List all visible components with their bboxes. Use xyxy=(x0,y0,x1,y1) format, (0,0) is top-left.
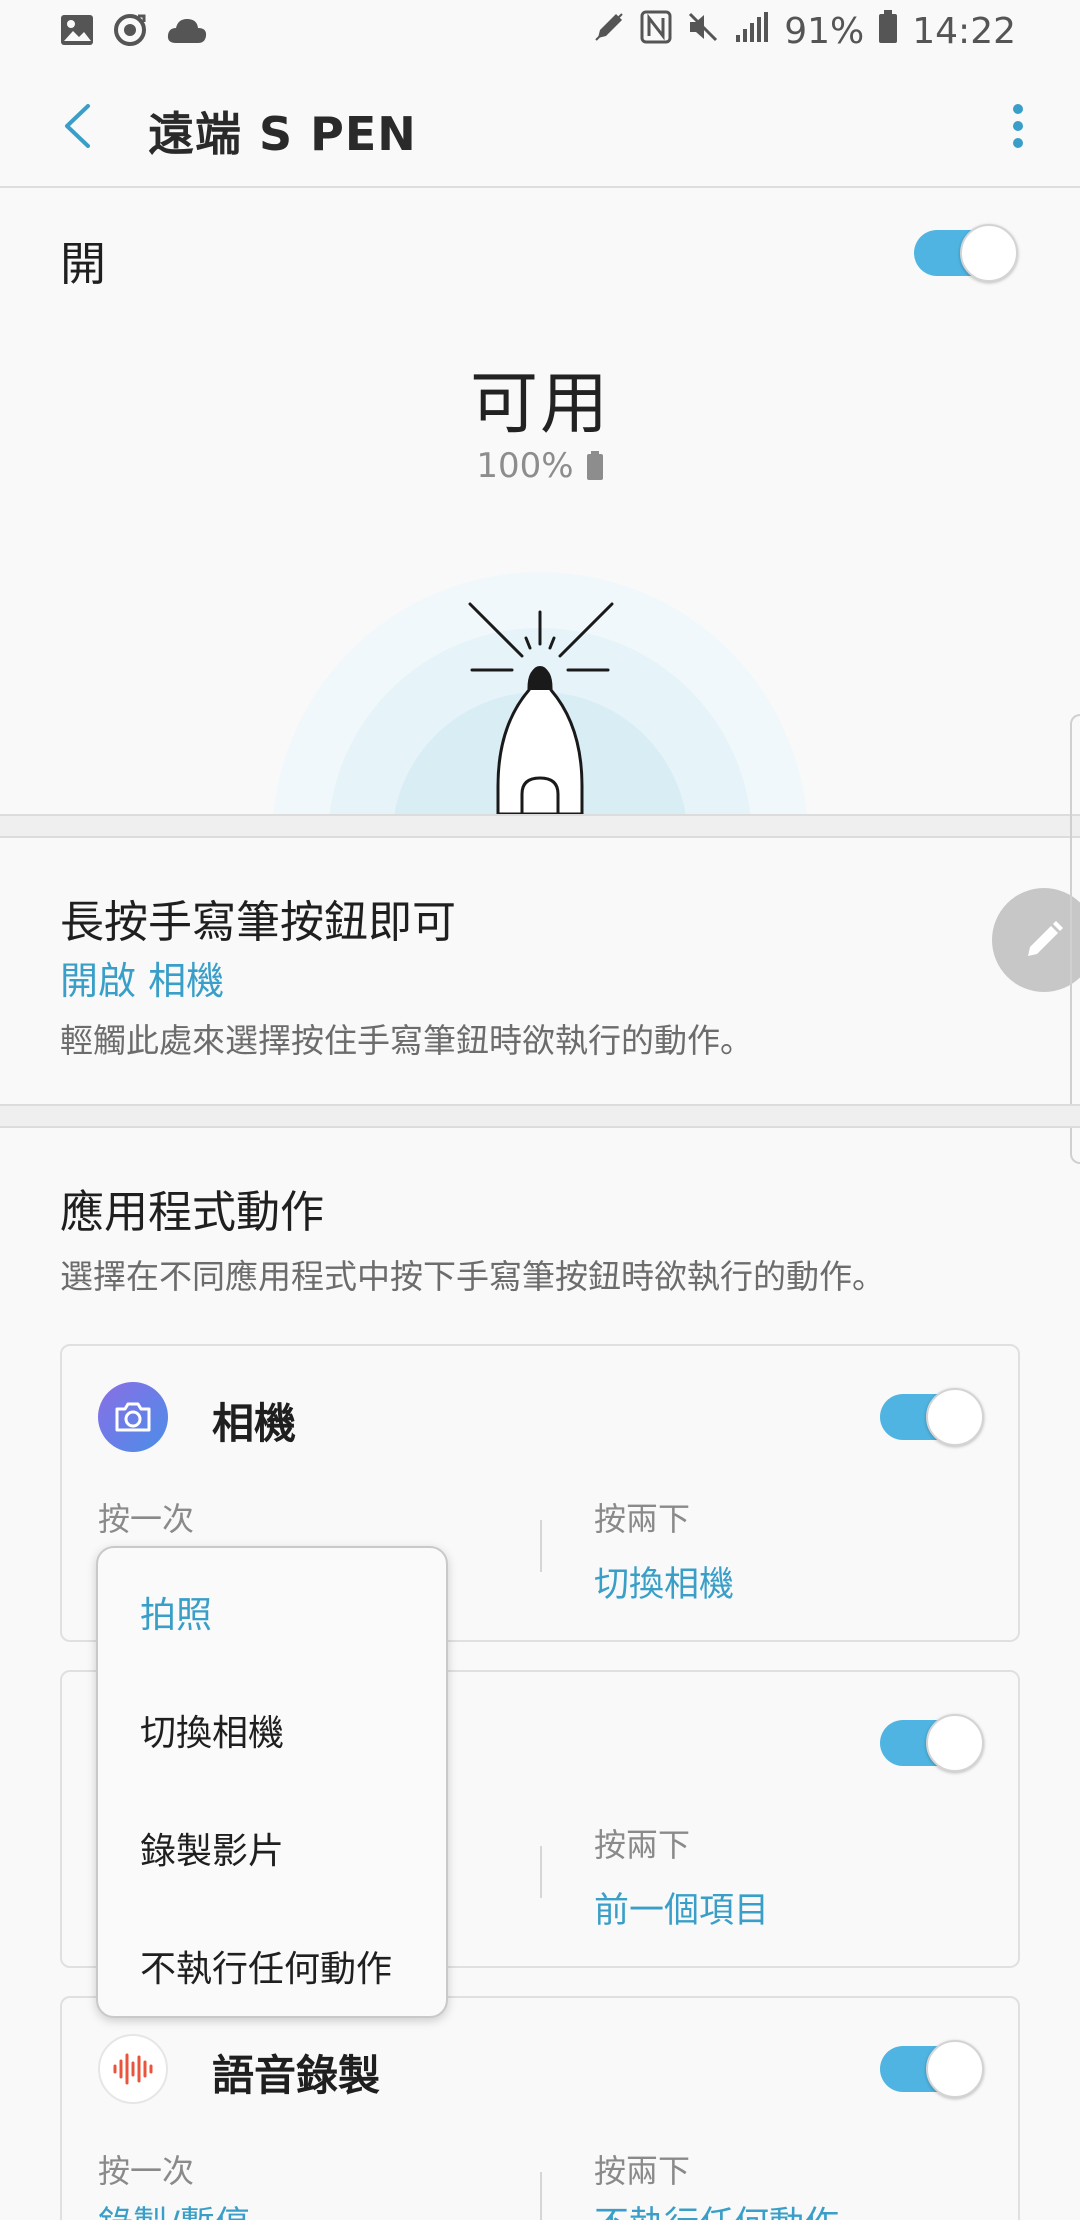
double-press-value[interactable]: 切換相機 xyxy=(594,1556,734,1607)
switch-knob xyxy=(926,1714,984,1772)
gallery-icon xyxy=(60,14,94,50)
column-separator xyxy=(540,2172,542,2220)
long-press-title: 長按手寫筆按鈕即可 xyxy=(60,897,456,948)
double-press-value[interactable]: 前一個項目 xyxy=(594,1882,769,1933)
clock: 14:22 xyxy=(912,11,1016,52)
voice-recorder-icon xyxy=(98,2034,168,2104)
double-press-value[interactable]: 不執行任何動作 xyxy=(594,2196,839,2220)
single-press-value[interactable]: 錄製/暫停 xyxy=(98,2196,250,2220)
menu-item-take-photo[interactable]: 拍照 xyxy=(140,1586,212,1638)
double-press-label: 按兩下 xyxy=(594,1500,691,1538)
pen-status-text: 可用 xyxy=(469,365,610,444)
column-separator xyxy=(540,1846,542,1898)
battery-icon xyxy=(878,10,898,53)
camera-icon xyxy=(98,1382,168,1452)
double-press-label: 按兩下 xyxy=(594,2152,691,2190)
edit-icon xyxy=(1028,921,1063,956)
pen-battery: 100% xyxy=(0,446,1080,486)
status-left-icons xyxy=(60,12,208,52)
battery-icon xyxy=(586,451,603,480)
mute-icon xyxy=(686,10,720,53)
section-divider xyxy=(0,814,1080,838)
page-title: 遠端 S PEN xyxy=(148,107,417,161)
single-press-label: 按一次 xyxy=(98,2152,195,2190)
master-switch-label: 開 xyxy=(60,237,106,291)
pen-battery-percent: 100% xyxy=(476,446,574,486)
signal-icon xyxy=(734,11,770,52)
edit-fab[interactable] xyxy=(992,888,1080,992)
app-toggle[interactable] xyxy=(880,1714,984,1772)
s-pen-illustration xyxy=(0,540,1080,814)
column-separator xyxy=(540,1520,542,1572)
screen: 91% 14:22 遠端 S PEN 開 可用 100% 長按手寫筆按鈕即可 開… xyxy=(0,0,1080,2220)
edge-panel-handle[interactable] xyxy=(1070,714,1080,1164)
switch-knob xyxy=(960,224,1018,282)
menu-item-no-action[interactable]: 不執行任何動作 xyxy=(140,1940,392,1992)
double-press-label: 按兩下 xyxy=(594,1826,691,1864)
pen-icon xyxy=(592,10,626,53)
cloud-icon xyxy=(166,15,208,49)
app-card-voice-recorder[interactable]: 語音錄製 按一次 錄製/暫停 按兩下 不執行任何動作 xyxy=(60,1996,1020,2220)
back-button[interactable] xyxy=(52,98,102,154)
long-press-description: 輕觸此處來選擇按住手寫筆鈕時欲執行的動作。 xyxy=(60,1021,753,1060)
more-vert-icon xyxy=(1013,104,1023,148)
menu-item-switch-camera[interactable]: 切換相機 xyxy=(140,1704,284,1756)
sync-icon xyxy=(112,12,148,52)
switch-knob xyxy=(926,2040,984,2098)
battery-percent: 91% xyxy=(784,11,865,52)
app-name: 相機 xyxy=(212,1399,297,1448)
app-bar: 遠端 S PEN xyxy=(0,64,1080,188)
long-press-action: 開啟 相機 xyxy=(60,959,225,1003)
back-arrow-icon xyxy=(65,104,90,148)
app-toggle[interactable] xyxy=(880,1388,984,1446)
action-popup-menu: 拍照 切換相機 錄製影片 不執行任何動作 xyxy=(96,1546,448,2018)
nfc-icon xyxy=(640,10,672,53)
app-name: 語音錄製 xyxy=(212,2051,381,2100)
app-actions-title: 應用程式動作 xyxy=(60,1187,324,1238)
status-bar: 91% 14:22 xyxy=(0,0,1080,64)
section-divider xyxy=(0,1104,1080,1128)
menu-item-record-video[interactable]: 錄製影片 xyxy=(140,1822,284,1874)
switch-knob xyxy=(926,1388,984,1446)
status-right-icons: 91% 14:22 xyxy=(592,10,1016,53)
app-toggle[interactable] xyxy=(880,2040,984,2098)
single-press-label: 按一次 xyxy=(98,1500,195,1538)
master-switch[interactable] xyxy=(914,224,1018,282)
more-options-button[interactable] xyxy=(998,94,1038,158)
app-actions-description: 選擇在不同應用程式中按下手寫筆按鈕時欲執行的動作。 xyxy=(60,1257,885,1296)
